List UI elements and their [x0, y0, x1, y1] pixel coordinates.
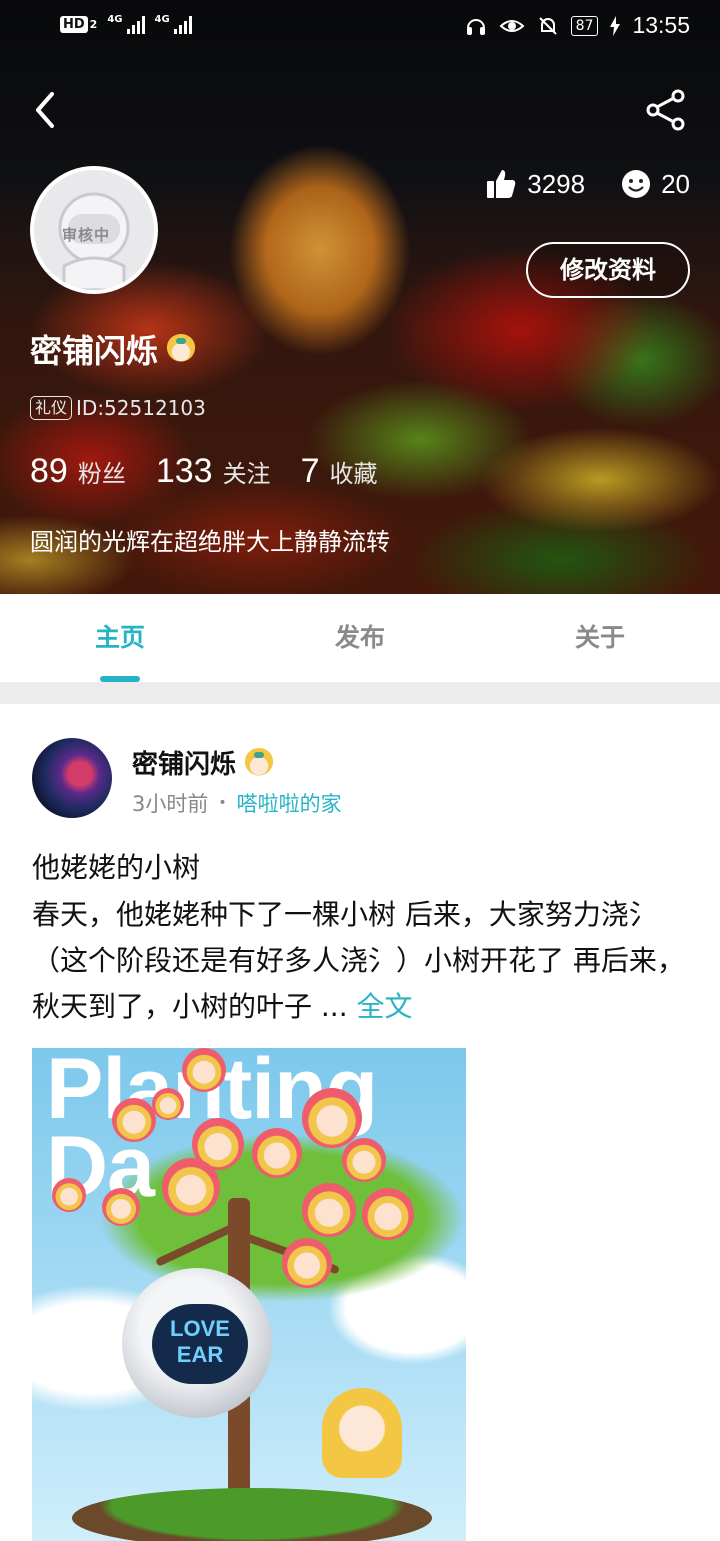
flower-sticker [342, 1138, 386, 1182]
bell-off-icon [538, 16, 557, 35]
profile-username: 密铺闪烁 [30, 326, 197, 372]
avatar-review-status: 审核中 [62, 226, 111, 244]
favorites-count: 7 [300, 452, 320, 490]
headphones-icon [466, 18, 485, 35]
status-left: HD 2 4G 4G [60, 14, 192, 34]
fans-label: 粉丝 [77, 460, 126, 488]
feed-post[interactable]: 密铺闪烁 3小时前 • 嗒啦啦的家 他姥姥的小树 春天，他姥姥种下了一棵小树 后… [0, 704, 720, 1541]
status-right: 87 13:55 [465, 12, 690, 39]
fans-count: 89 [30, 452, 68, 490]
profile-tabs: 主页 发布 关于 [0, 594, 720, 682]
post-body: 春天，他姥姥种下了一棵小树 后来，大家努力浇氵（这个阶段还是有好多人浇氵）小树开… [32, 892, 692, 1030]
profile-cover: HD 2 4G 4G 87 13:55 审核中 3298 20 修改资料 密铺闪… [0, 0, 720, 594]
post-author-name: 密铺闪烁 [132, 750, 237, 780]
post-author-badge-icon [244, 747, 275, 778]
smile-icon [622, 170, 651, 198]
flower-sticker [362, 1188, 414, 1240]
fans-stat[interactable]: 89 粉丝 [30, 452, 156, 491]
flower-sticker [252, 1128, 302, 1178]
section-divider [0, 682, 720, 704]
username-text: 密铺闪烁 [30, 332, 159, 370]
robot-screen: LOVE EAR [152, 1304, 248, 1384]
eye-icon [499, 19, 525, 32]
flower-sticker [102, 1188, 140, 1226]
favorites-label: 收藏 [329, 460, 378, 488]
signal-icon-1: 4G [107, 14, 145, 34]
tab-about[interactable]: 关于 [480, 594, 720, 682]
smiles-count: 20 [661, 168, 690, 199]
tab-home[interactable]: 主页 [0, 594, 240, 682]
back-button[interactable] [28, 88, 68, 132]
favorites-stat[interactable]: 7 收藏 [301, 452, 408, 491]
signal-icon-2: 4G [155, 14, 192, 34]
likes-stat[interactable]: 3298 [485, 168, 585, 200]
share-button[interactable] [644, 88, 688, 132]
thumbs-up-icon [487, 170, 516, 198]
user-id: ID:52512103 [76, 396, 206, 420]
post-title: 他姥姥的小树 [32, 851, 201, 884]
post-meta: 3小时前 • 嗒啦啦的家 [132, 788, 342, 818]
profile-counts: 89 粉丝 133 关注 7 收藏 [30, 452, 407, 491]
net-label-1: 4G [107, 14, 123, 25]
profile-bio: 圆润的光辉在超绝胖大上静静流转 [30, 528, 390, 556]
smiles-stat[interactable]: 20 [621, 169, 690, 200]
flower-sticker [152, 1088, 184, 1120]
tab-posts[interactable]: 发布 [240, 594, 480, 682]
profile-id-line: 礼仪 ID:52512103 [30, 396, 206, 420]
following-stat[interactable]: 133 关注 [156, 452, 301, 491]
post-author[interactable]: 密铺闪烁 [132, 744, 275, 781]
net-label-2: 4G [154, 14, 170, 25]
tab-about-label: 关于 [574, 623, 625, 652]
post-author-avatar[interactable] [32, 738, 112, 818]
battery-icon: 87 [570, 15, 599, 36]
clock: 13:55 [632, 12, 690, 38]
meta-separator: • [218, 795, 227, 811]
girl-illustration [322, 1388, 402, 1478]
flower-sticker [162, 1158, 220, 1216]
post-time: 3小时前 [132, 792, 209, 816]
flower-sticker [182, 1048, 226, 1092]
robot-screen-line-2: EAR [176, 1342, 224, 1367]
following-label: 关注 [222, 460, 271, 488]
hd-icon: HD 2 [60, 15, 98, 33]
chevron-left-icon [36, 92, 54, 128]
flower-sticker [112, 1098, 156, 1142]
edit-profile-button[interactable]: 修改资料 [526, 242, 690, 298]
robot-screen-line-1: LOVE [170, 1316, 230, 1341]
user-badge-icon [166, 334, 197, 364]
battery-level: 87 [575, 17, 594, 34]
island-illustration [72, 1488, 432, 1541]
share-icon [646, 89, 685, 131]
post-image[interactable]: Planting Da LOVE EAR [32, 1048, 466, 1541]
flower-sticker [282, 1238, 332, 1288]
profile-avatar[interactable]: 审核中 [30, 166, 158, 294]
status-bar: HD 2 4G 4G 87 13:55 [0, 0, 720, 54]
flower-sticker [302, 1183, 356, 1237]
read-more-link[interactable]: 全文 [357, 990, 413, 1023]
charging-icon [610, 15, 621, 36]
hd-label: HD [60, 15, 88, 33]
flower-sticker [52, 1178, 86, 1212]
post-circle-link[interactable]: 嗒啦啦的家 [237, 788, 342, 818]
tab-home-label: 主页 [94, 623, 145, 652]
likes-count: 3298 [527, 168, 586, 199]
flower-sticker [302, 1088, 362, 1148]
hd-sub: 2 [89, 17, 98, 31]
following-count: 133 [155, 452, 213, 490]
profile-reactions: 3298 20 [485, 168, 690, 200]
user-tag: 礼仪 [30, 396, 73, 420]
tab-posts-label: 发布 [334, 623, 385, 652]
